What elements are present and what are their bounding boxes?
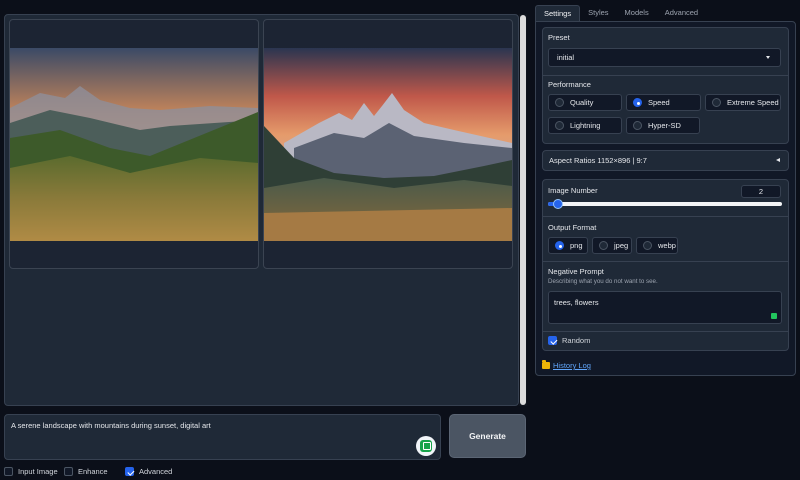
preset-value: initial — [557, 53, 575, 62]
prompt-input[interactable]: A serene landscape with mountains during… — [4, 414, 441, 460]
advanced-option[interactable]: Advanced — [125, 467, 172, 476]
performance-lightning-label: Lightning — [570, 121, 601, 130]
image-gallery — [4, 14, 519, 406]
input-image-option[interactable]: Input Image — [4, 467, 58, 476]
preset-dropdown[interactable]: initial — [548, 48, 781, 67]
performance-extreme-speed[interactable]: Extreme Speed — [705, 94, 781, 111]
performance-hyper-sd-label: Hyper-SD — [648, 121, 681, 130]
divider — [543, 75, 788, 76]
advanced-label: Advanced — [139, 467, 173, 476]
gallery-image-2[interactable] — [263, 19, 513, 269]
radio-icon — [712, 98, 721, 107]
performance-label: Performance — [548, 80, 591, 89]
image-number-label: Image Number — [548, 186, 598, 195]
divider — [543, 261, 788, 262]
tab-advanced[interactable]: Advanced — [657, 5, 706, 21]
negative-prompt-label: Negative Prompt — [548, 267, 604, 276]
input-image-label: Input Image — [18, 467, 58, 476]
divider — [543, 216, 788, 217]
collapse-arrow-icon — [776, 158, 780, 162]
folder-icon — [542, 360, 550, 369]
radio-icon — [555, 98, 564, 107]
enhance-label: Enhance — [78, 467, 108, 476]
radio-selected-icon — [555, 241, 564, 250]
aspect-ratios-accordion[interactable]: Aspect Ratios 1152×896 | 9:7 — [542, 150, 789, 171]
radio-icon — [643, 241, 652, 250]
radio-icon — [555, 121, 564, 130]
performance-quality[interactable]: Quality — [548, 94, 622, 111]
input-image-checkbox[interactable] — [4, 467, 13, 476]
history-log-label: History Log — [553, 361, 591, 370]
image-number-input[interactable]: 2 — [741, 185, 781, 198]
output-format-webp-label: webp — [658, 241, 676, 250]
gallery-scrollbar-thumb[interactable] — [520, 15, 526, 405]
output-format-png-label: png — [570, 241, 583, 250]
performance-hyper-sd[interactable]: Hyper-SD — [626, 117, 700, 134]
settings-tabs: Settings Styles Models Advanced — [535, 5, 706, 21]
tab-settings[interactable]: Settings — [535, 5, 581, 21]
radio-icon — [633, 121, 642, 130]
performance-quality-label: Quality — [570, 98, 594, 107]
output-format-jpeg[interactable]: jpeg — [592, 237, 632, 254]
preset-label: Preset — [548, 33, 570, 42]
image-number-slider-track[interactable] — [548, 202, 782, 206]
generate-button[interactable]: Generate — [449, 414, 526, 458]
random-checkbox[interactable] — [548, 336, 557, 345]
negative-prompt-hint: Describing what you do not want to see. — [548, 278, 658, 285]
output-format-jpeg-label: jpeg — [614, 241, 629, 250]
output-format-label: Output Format — [548, 223, 597, 232]
enhance-option[interactable]: Enhance — [64, 467, 108, 476]
gallery-image-1[interactable] — [9, 19, 259, 269]
random-label: Random — [562, 336, 591, 345]
performance-speed[interactable]: Speed — [626, 94, 701, 111]
tab-styles[interactable]: Styles — [580, 5, 616, 21]
history-log-link[interactable]: History Log — [542, 360, 591, 370]
output-format-webp[interactable]: webp — [636, 237, 678, 254]
performance-extreme-speed-label: Extreme Speed — [727, 98, 779, 107]
gallery-scrollbar[interactable] — [519, 14, 527, 406]
performance-speed-label: Speed — [648, 98, 670, 107]
radio-icon — [599, 241, 608, 250]
aspect-ratios-label: Aspect Ratios 1152×896 | 9:7 — [549, 156, 647, 165]
enhance-checkbox[interactable] — [64, 467, 73, 476]
image-number-slider-handle[interactable] — [553, 199, 563, 209]
prompt-assist-icon[interactable] — [416, 436, 436, 456]
resize-handle-icon[interactable] — [771, 313, 777, 319]
landscape-mountain-peaks-image — [264, 48, 512, 241]
chevron-down-icon — [766, 56, 770, 59]
negative-prompt-input[interactable]: trees, flowers — [548, 291, 782, 324]
advanced-checkbox[interactable] — [125, 467, 134, 476]
landscape-sunset-hills-image — [10, 48, 258, 241]
radio-selected-icon — [633, 98, 642, 107]
tab-models[interactable]: Models — [617, 5, 657, 21]
output-format-png[interactable]: png — [548, 237, 588, 254]
random-option[interactable]: Random — [548, 336, 590, 345]
performance-lightning[interactable]: Lightning — [548, 117, 622, 134]
divider — [543, 331, 788, 332]
